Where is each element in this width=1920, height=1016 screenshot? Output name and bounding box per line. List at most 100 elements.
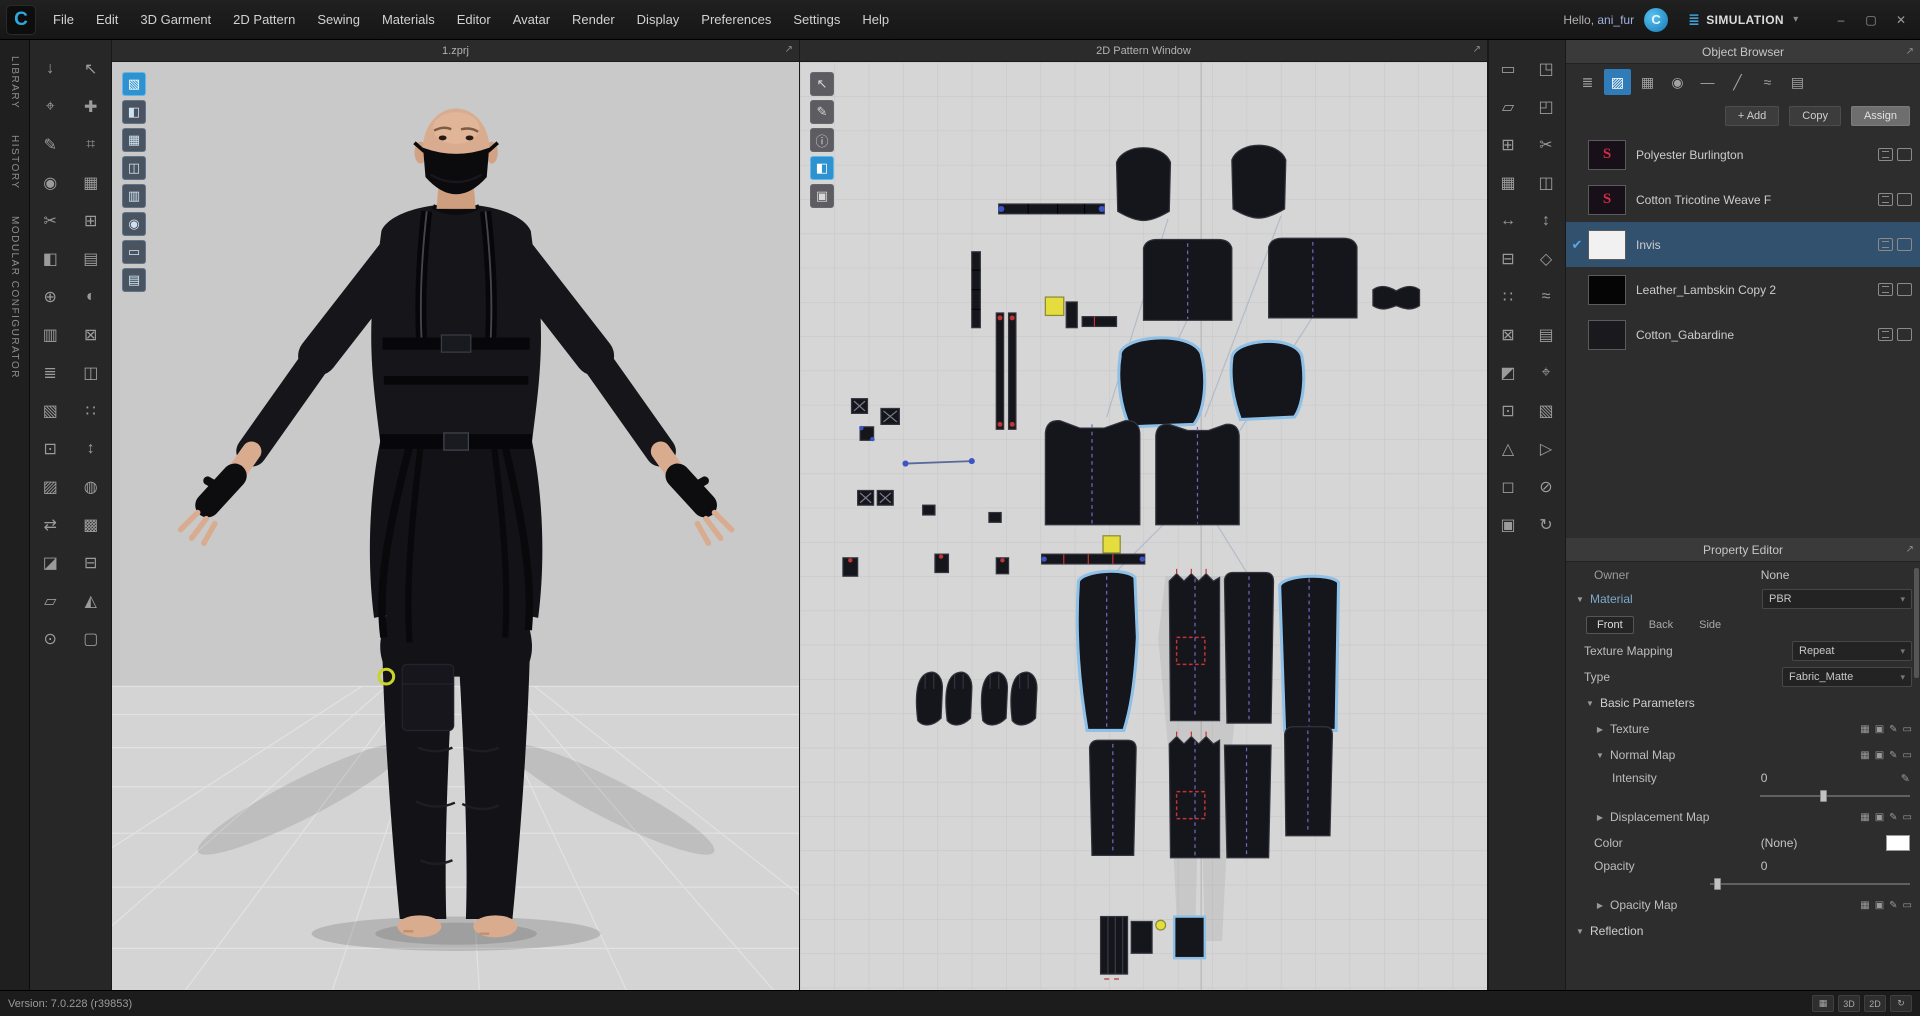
menu-preferences[interactable]: Preferences [690, 0, 782, 39]
edit-curvature-icon[interactable]: ⌗ [71, 126, 112, 164]
edit-pattern-icon[interactable]: ✎ [810, 100, 834, 124]
add-button[interactable]: + Add [1724, 106, 1780, 126]
tack-icon[interactable]: ◐ [71, 278, 112, 316]
dart-2d-icon[interactable]: ◇ [1527, 240, 1565, 278]
mesh-type-icon[interactable]: ▦ [122, 128, 146, 152]
mode-selector[interactable]: ≣ SIMULATION ▾ [1678, 7, 1816, 32]
normal-map-clear-icon[interactable]: ▭ [1903, 750, 1912, 761]
fold-arrangement-icon[interactable]: ▥ [30, 316, 71, 354]
show-3d-button[interactable]: 3D [1838, 995, 1860, 1012]
displacement-map-row[interactable]: ▶ Displacement Map ▦ ▣ ✎ ▭ [1566, 804, 1920, 830]
closet-connect-icon[interactable]: C [1644, 7, 1669, 32]
cut-icon[interactable]: ↔ [1489, 202, 1527, 240]
button-icon[interactable]: ◫ [71, 354, 112, 392]
avatar-tape-icon[interactable]: ▭ [122, 240, 146, 264]
material-row[interactable]: S Cotton Tricotine Weave F [1566, 177, 1920, 222]
texture-mapping-dropdown[interactable]: Repeat ▾ [1792, 641, 1912, 661]
material-thumbnail[interactable]: S [1588, 139, 1626, 170]
collapse-icon[interactable]: ▼ [1574, 927, 1586, 936]
flatten-icon[interactable]: ◪ [30, 544, 71, 582]
button-view-icon[interactable]: ◉ [1664, 69, 1691, 95]
popout-icon[interactable]: ↗ [785, 44, 793, 55]
notch-icon[interactable]: ⊟ [1489, 240, 1527, 278]
zipper-icon[interactable]: ≣ [30, 354, 71, 392]
internal-line-icon[interactable]: ≈ [1527, 278, 1565, 316]
texture-link-icon[interactable]: ▣ [1875, 724, 1884, 735]
normal-map-edit-icon[interactable]: ✎ [1889, 750, 1897, 761]
object-browser-header[interactable]: Object Browser ↗ [1566, 40, 1920, 64]
material-type-dropdown[interactable]: PBR ▾ [1762, 589, 1912, 609]
material-row[interactable]: ✔ Invis [1566, 222, 1920, 267]
basic-parameters-row[interactable]: ▼ Basic Parameters [1566, 690, 1920, 716]
material-thumbnail[interactable]: S [1588, 184, 1626, 215]
copy-icon[interactable] [1878, 148, 1893, 161]
refresh-2d-icon[interactable]: ↻ [1527, 506, 1565, 544]
link-icon[interactable] [1897, 283, 1912, 296]
buttonhole-icon[interactable]: ▧ [30, 392, 71, 430]
opacity-map-slot-icon[interactable]: ▦ [1860, 900, 1869, 911]
lock-pattern-icon[interactable]: ▣ [810, 184, 834, 208]
app-logo-icon[interactable]: C [6, 4, 36, 35]
popout-icon[interactable]: ↗ [1906, 544, 1914, 555]
material-thumbnail[interactable] [1588, 319, 1626, 350]
opacity-map-edit-icon[interactable]: ✎ [1889, 900, 1897, 911]
menu-2d-pattern[interactable]: 2D Pattern [222, 0, 306, 39]
maximize-button[interactable]: ▢ [1856, 7, 1886, 33]
menu-materials[interactable]: Materials [371, 0, 446, 39]
edit-pattern-icon[interactable]: ✎ [30, 126, 71, 164]
measure-tape-icon[interactable]: ⇄ [30, 506, 71, 544]
copy-icon[interactable] [1878, 193, 1893, 206]
collapse-icon[interactable]: ▼ [1574, 595, 1586, 604]
collapse-icon[interactable]: ▶ [1594, 725, 1606, 734]
create-circle-icon[interactable]: ⊞ [1489, 126, 1527, 164]
scale-icon[interactable]: ◭ [71, 582, 112, 620]
material-section-row[interactable]: ▼ Material PBR ▾ [1566, 586, 1920, 612]
add-pattern-icon[interactable]: ▦ [71, 164, 112, 202]
menu-sewing[interactable]: Sewing [306, 0, 371, 39]
simulate-icon[interactable]: ↓ [30, 50, 71, 88]
viewport-3d-canvas[interactable]: ▧ ◧ ▦ ◫ ▥ ◉ ▭ ▤ [112, 62, 799, 990]
tab-front[interactable]: Front [1586, 616, 1634, 634]
add-point-2d-icon[interactable]: ▦ [1489, 164, 1527, 202]
menu-avatar[interactable]: Avatar [502, 0, 561, 39]
piping-icon[interactable]: ↕ [71, 430, 112, 468]
material-thumbnail[interactable] [1588, 274, 1626, 305]
displacement-slot-icon[interactable]: ▦ [1860, 812, 1869, 823]
refresh-icon[interactable]: ↻ [1890, 995, 1912, 1012]
base-line-icon[interactable]: ◩ [1489, 354, 1527, 392]
collapse-icon[interactable]: ▼ [1594, 751, 1606, 760]
texture-edit-icon[interactable]: ✎ [1889, 724, 1897, 735]
transform-2d-icon[interactable]: ◳ [1527, 50, 1565, 88]
edit-value-icon[interactable]: ✎ [1901, 772, 1910, 785]
menu-3d-garment[interactable]: 3D Garment [129, 0, 222, 39]
menu-display[interactable]: Display [626, 0, 691, 39]
material-row[interactable]: Leather_Lambskin Copy 2 [1566, 267, 1920, 312]
create-rect-icon[interactable]: ◰ [1527, 88, 1565, 126]
opacity-value[interactable]: 0 [1761, 859, 1768, 873]
copy-button[interactable]: Copy [1789, 106, 1841, 126]
popout-icon[interactable]: ↗ [1473, 44, 1481, 55]
sew-segment-icon[interactable]: ⊞ [71, 202, 112, 240]
show-sewing-icon[interactable]: ▥ [122, 184, 146, 208]
material-row[interactable]: Cotton_Gabardine [1566, 312, 1920, 357]
edit-sewing-icon[interactable]: ▤ [71, 240, 112, 278]
binding-icon[interactable]: ▨ [30, 468, 71, 506]
grid-toggle-icon[interactable]: ▦ [1812, 995, 1834, 1012]
show-avatar-icon[interactable]: ▧ [122, 72, 146, 96]
2d-pattern-canvas[interactable] [800, 62, 1487, 990]
show-internal-lines-icon[interactable]: ◫ [122, 156, 146, 180]
texture-clear-icon[interactable]: ▭ [1903, 724, 1912, 735]
intensity-slider[interactable] [1760, 790, 1910, 802]
slider-thumb[interactable] [1714, 878, 1721, 890]
link-icon[interactable] [1897, 193, 1912, 206]
close-button[interactable]: ✕ [1886, 7, 1916, 33]
puckering-view-icon[interactable]: ≈ [1754, 69, 1781, 95]
copy-icon[interactable] [1878, 328, 1893, 341]
topstitch-view-icon[interactable]: — [1694, 69, 1721, 95]
uv-edit-icon[interactable]: ⊟ [71, 544, 112, 582]
steam-icon[interactable]: ⊙ [30, 620, 71, 658]
intensity-value[interactable]: 0 [1761, 771, 1768, 785]
normal-map-slot-icon[interactable]: ▦ [1860, 750, 1869, 761]
show-texture-icon[interactable]: ◧ [810, 156, 834, 180]
grain-line-icon[interactable]: ▷ [1527, 430, 1565, 468]
